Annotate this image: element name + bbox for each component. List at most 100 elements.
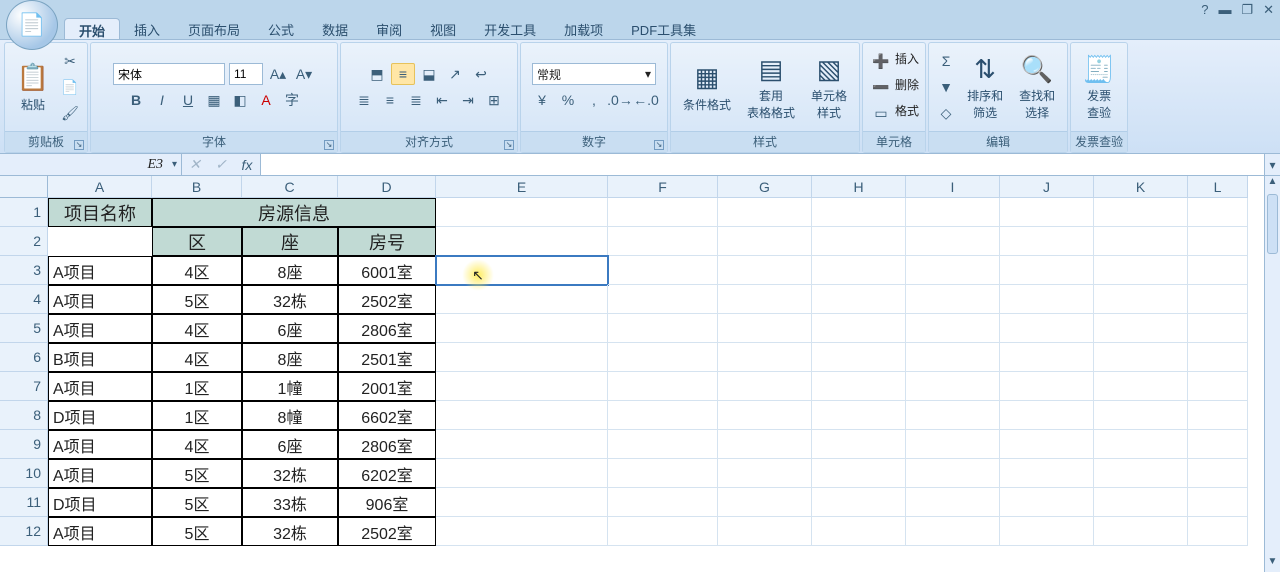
insert-cells-button[interactable]: 插入 <box>895 50 919 72</box>
align-top-icon[interactable]: ⬒ <box>365 63 389 85</box>
cell[interactable] <box>906 488 1000 517</box>
cell[interactable]: 6001室 <box>338 256 436 285</box>
cell[interactable] <box>1094 343 1188 372</box>
minimize-ribbon-icon[interactable]: ▬ <box>1218 2 1231 18</box>
col-header[interactable]: C <box>242 176 338 198</box>
clear-icon[interactable]: ◇ <box>935 102 957 124</box>
italic-button[interactable]: I <box>150 89 174 111</box>
cell[interactable] <box>718 372 812 401</box>
cell[interactable]: 5区 <box>152 488 242 517</box>
cell[interactable]: 房源信息 <box>152 198 436 227</box>
bold-button[interactable]: B <box>124 89 148 111</box>
cell[interactable]: A项目 <box>48 314 152 343</box>
fill-color-button[interactable]: ◧ <box>228 89 252 111</box>
cell[interactable] <box>1000 256 1094 285</box>
cell[interactable] <box>906 285 1000 314</box>
cell[interactable] <box>1188 314 1248 343</box>
col-header[interactable]: F <box>608 176 718 198</box>
name-box[interactable]: E3 <box>0 154 182 175</box>
cell[interactable] <box>1188 459 1248 488</box>
cell[interactable] <box>718 401 812 430</box>
cell[interactable] <box>1000 488 1094 517</box>
cell[interactable] <box>812 198 906 227</box>
cell[interactable] <box>608 430 718 459</box>
cell[interactable]: 4区 <box>152 343 242 372</box>
cell[interactable] <box>812 343 906 372</box>
paste-button[interactable]: 📋 粘贴 <box>11 60 55 115</box>
cell[interactable] <box>608 285 718 314</box>
launcher-icon[interactable]: ↘ <box>324 140 334 150</box>
cell[interactable]: 33栋 <box>242 488 338 517</box>
cell[interactable] <box>1094 314 1188 343</box>
row-header[interactable]: 10 <box>0 459 48 488</box>
align-left-icon[interactable]: ≣ <box>352 89 376 111</box>
close-icon[interactable]: ✕ <box>1263 2 1274 18</box>
cancel-formula-icon[interactable]: ✕ <box>182 155 208 175</box>
cell[interactable]: 2502室 <box>338 285 436 314</box>
currency-icon[interactable]: ¥ <box>530 89 554 111</box>
tab-devtools[interactable]: 开发工具 <box>470 18 550 39</box>
cell[interactable] <box>812 430 906 459</box>
cell[interactable] <box>608 517 718 546</box>
cell[interactable] <box>718 343 812 372</box>
indent-inc-icon[interactable]: ⇥ <box>456 89 480 111</box>
cell[interactable] <box>906 343 1000 372</box>
decrease-decimal-icon[interactable]: ←.0 <box>634 89 658 111</box>
cell[interactable] <box>1188 198 1248 227</box>
row-header[interactable]: 7 <box>0 372 48 401</box>
cell[interactable]: A项目 <box>48 459 152 488</box>
cell[interactable] <box>1188 401 1248 430</box>
cell[interactable] <box>906 459 1000 488</box>
font-name-input[interactable] <box>113 63 225 85</box>
cell[interactable]: 8座 <box>242 343 338 372</box>
cell[interactable] <box>718 285 812 314</box>
merge-cells-icon[interactable]: ⊞ <box>482 89 506 111</box>
cell[interactable] <box>1188 285 1248 314</box>
cell[interactable]: 6602室 <box>338 401 436 430</box>
cell[interactable] <box>1000 343 1094 372</box>
cell[interactable] <box>1000 198 1094 227</box>
cell[interactable] <box>1000 314 1094 343</box>
cell[interactable] <box>812 285 906 314</box>
tab-view[interactable]: 视图 <box>416 18 470 39</box>
cell[interactable] <box>812 256 906 285</box>
cell[interactable] <box>436 459 608 488</box>
cell[interactable]: 4区 <box>152 430 242 459</box>
row-header[interactable]: 11 <box>0 488 48 517</box>
cell[interactable]: 5区 <box>152 285 242 314</box>
tab-data[interactable]: 数据 <box>308 18 362 39</box>
cell[interactable] <box>436 401 608 430</box>
fx-icon[interactable]: fx <box>234 155 260 175</box>
cell[interactable] <box>906 314 1000 343</box>
accept-formula-icon[interactable]: ✓ <box>208 155 234 175</box>
cell[interactable] <box>436 256 608 285</box>
cell[interactable]: 2806室 <box>338 430 436 459</box>
cell[interactable] <box>812 401 906 430</box>
cell[interactable]: 6202室 <box>338 459 436 488</box>
cell[interactable] <box>906 401 1000 430</box>
cell[interactable] <box>718 256 812 285</box>
select-all-corner[interactable] <box>0 176 48 198</box>
restore-icon[interactable]: ❐ <box>1241 2 1253 18</box>
cell[interactable]: 4区 <box>152 256 242 285</box>
row-header[interactable]: 12 <box>0 517 48 546</box>
cell[interactable] <box>1094 285 1188 314</box>
cell[interactable]: B项目 <box>48 343 152 372</box>
row-header[interactable]: 1 <box>0 198 48 227</box>
row-header[interactable]: 8 <box>0 401 48 430</box>
cell[interactable] <box>906 430 1000 459</box>
cell[interactable] <box>1188 372 1248 401</box>
cell[interactable]: 5区 <box>152 517 242 546</box>
cell[interactable] <box>436 430 608 459</box>
tab-pdftools[interactable]: PDF工具集 <box>617 18 710 39</box>
cell[interactable] <box>1188 488 1248 517</box>
cell[interactable]: 8幢 <box>242 401 338 430</box>
cell[interactable]: 906室 <box>338 488 436 517</box>
cell[interactable] <box>1000 401 1094 430</box>
cell[interactable] <box>436 198 608 227</box>
tab-pagelayout[interactable]: 页面布局 <box>174 18 254 39</box>
cell[interactable] <box>1094 227 1188 256</box>
cell[interactable] <box>718 430 812 459</box>
cell[interactable] <box>1000 459 1094 488</box>
cell[interactable] <box>812 372 906 401</box>
